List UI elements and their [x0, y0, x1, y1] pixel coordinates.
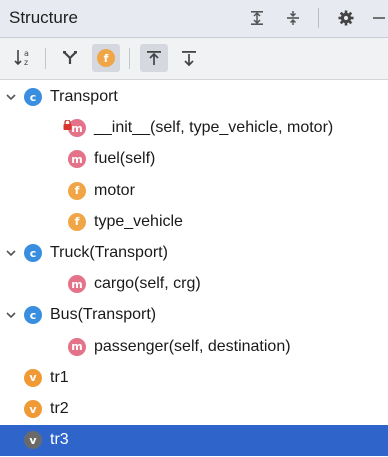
tree-item-label: passenger(self, destination) — [94, 337, 291, 355]
variable-icon: v — [24, 400, 42, 418]
tree-item-label: tr3 — [50, 431, 69, 449]
tree-item-label: tr1 — [50, 368, 69, 386]
expand-all-icon[interactable] — [243, 4, 271, 32]
hide-panel-icon[interactable] — [368, 4, 388, 32]
header-divider — [318, 8, 319, 28]
class-icon: c — [24, 306, 42, 325]
svg-text:z: z — [24, 58, 28, 67]
tree-row[interactable]: v tr3 — [0, 425, 388, 457]
class-icon: c — [24, 88, 42, 106]
toolbar-divider — [129, 48, 130, 69]
tree-row[interactable]: v tr2 — [0, 394, 388, 425]
tree-row[interactable]: c Transport — [0, 82, 388, 113]
tree-item-label: type_vehicle — [94, 212, 183, 230]
field-icon: f — [68, 181, 86, 200]
method-icon: m — [68, 337, 86, 356]
field-icon: f — [97, 49, 115, 67]
class-icon: c — [24, 244, 42, 262]
tree-row[interactable]: f motor — [0, 176, 388, 207]
tree-row[interactable]: m cargo(self, crg) — [0, 269, 388, 300]
tree-item-label: fuel(self) — [94, 150, 156, 168]
tree-item-label: tr2 — [50, 400, 69, 417]
show-fields-toggle[interactable]: f — [92, 44, 120, 72]
structure-toolbar: a z f — [0, 38, 388, 80]
lock-icon — [63, 117, 72, 131]
tree-item-label: Bus(Transport) — [50, 306, 157, 324]
chevron-down-icon[interactable] — [5, 247, 17, 259]
collapse-all-icon[interactable] — [279, 4, 307, 32]
autoscroll-to-source-icon[interactable] — [140, 44, 168, 72]
method-icon: m — [68, 150, 86, 169]
chevron-down-icon[interactable] — [5, 91, 17, 103]
panel-title: Structure — [9, 8, 78, 27]
toolbar-divider — [45, 48, 46, 69]
sort-alphabetically-icon[interactable]: a z — [10, 44, 38, 72]
structure-tree: c Transport m __init__(self, type_vehicle, … — [0, 82, 388, 457]
gear-icon[interactable] — [332, 4, 360, 32]
tree-row[interactable]: v tr1 — [0, 363, 388, 394]
tree-item-label: Transport — [50, 88, 118, 105]
tree-item-label: motor — [94, 181, 135, 199]
chevron-down-icon[interactable] — [5, 309, 17, 321]
tree-item-label: Truck(Transport) — [50, 244, 168, 261]
tree-item-label: __init__(self, type_vehicle, motor) — [94, 119, 334, 137]
tree-row[interactable]: m fuel(self) — [0, 144, 388, 175]
field-icon: f — [68, 212, 86, 231]
structure-panel-header: Structure — [0, 0, 388, 38]
variable-icon: v — [24, 368, 42, 387]
variable-icon: v — [24, 431, 42, 450]
tree-row[interactable]: c Truck(Transport) — [0, 238, 388, 269]
tree-row[interactable]: f type_vehicle — [0, 207, 388, 238]
tree-row[interactable]: c Bus(Transport) — [0, 300, 388, 331]
tree-item-label: cargo(self, crg) — [94, 275, 201, 293]
svg-text:a: a — [24, 49, 29, 58]
tree-row[interactable]: m passenger(self, destination) — [0, 332, 388, 363]
autoscroll-from-source-icon[interactable] — [175, 44, 203, 72]
filter-inherited-icon[interactable] — [56, 44, 84, 72]
tree-row[interactable]: m __init__(self, type_vehicle, motor) — [0, 113, 388, 144]
method-icon: m — [68, 275, 86, 294]
